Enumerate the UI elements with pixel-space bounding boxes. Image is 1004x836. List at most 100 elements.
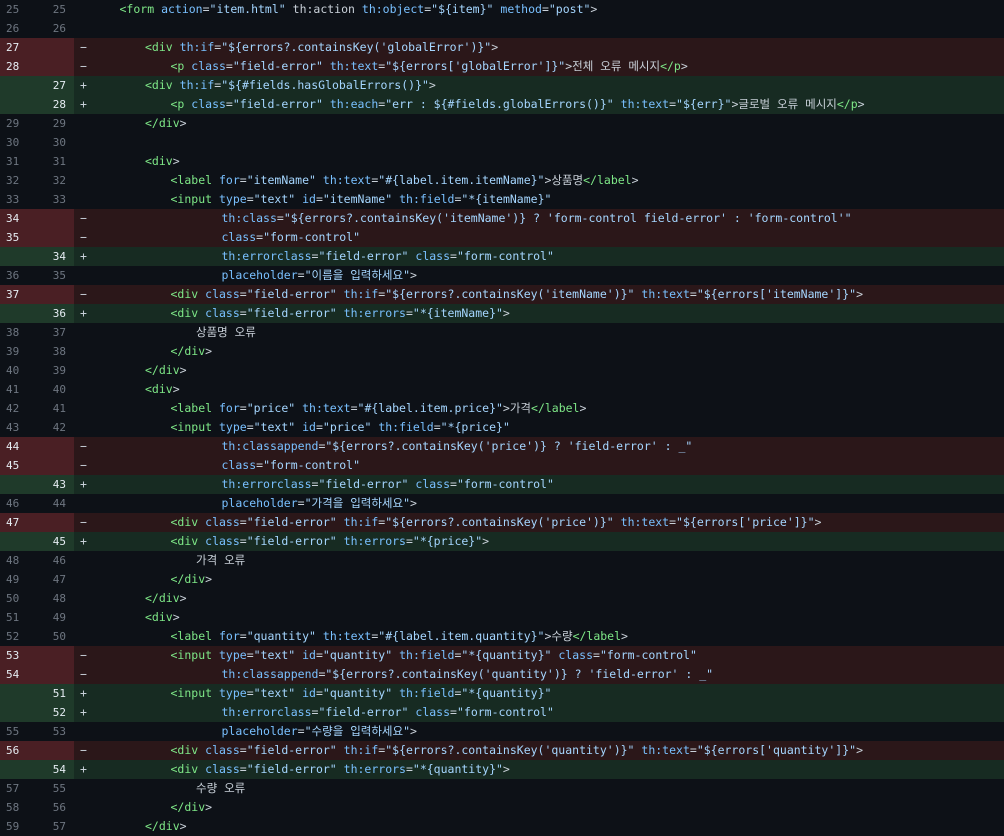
new-line-number[interactable] [38, 209, 74, 228]
old-line-number[interactable]: 26 [0, 19, 38, 38]
new-line-number[interactable]: 52 [38, 703, 74, 722]
new-line-number[interactable]: 32 [38, 171, 74, 190]
old-line-number[interactable] [0, 684, 38, 703]
new-line-number[interactable]: 45 [38, 532, 74, 551]
new-line-number[interactable]: 55 [38, 779, 74, 798]
old-line-number[interactable]: 37 [0, 285, 38, 304]
old-line-number[interactable]: 36 [0, 266, 38, 285]
new-line-number[interactable]: 39 [38, 361, 74, 380]
old-line-number[interactable]: 44 [0, 437, 38, 456]
new-line-number[interactable] [38, 437, 74, 456]
new-line-number[interactable]: 37 [38, 323, 74, 342]
diff-row-ctx: 51 49 <div> [0, 608, 1004, 627]
new-line-number[interactable]: 50 [38, 627, 74, 646]
old-line-number[interactable]: 53 [0, 646, 38, 665]
new-line-number[interactable]: 25 [38, 0, 74, 19]
new-line-number[interactable]: 34 [38, 247, 74, 266]
new-line-number[interactable]: 47 [38, 570, 74, 589]
old-line-number[interactable]: 35 [0, 228, 38, 247]
new-line-number[interactable]: 46 [38, 551, 74, 570]
old-line-number[interactable] [0, 95, 38, 114]
old-line-number[interactable] [0, 304, 38, 323]
old-line-number[interactable]: 31 [0, 152, 38, 171]
new-line-number[interactable]: 35 [38, 266, 74, 285]
diff-row-ctx: 59 57 </div> [0, 817, 1004, 836]
new-line-number[interactable]: 49 [38, 608, 74, 627]
old-line-number[interactable]: 39 [0, 342, 38, 361]
new-line-number[interactable]: 28 [38, 95, 74, 114]
diff-marker: − [80, 40, 87, 54]
new-line-number[interactable]: 38 [38, 342, 74, 361]
new-line-number[interactable]: 53 [38, 722, 74, 741]
old-line-number[interactable] [0, 532, 38, 551]
new-line-number[interactable] [38, 285, 74, 304]
old-line-number[interactable]: 56 [0, 741, 38, 760]
diff-row-add: 51 + <input type="text" id="quantity" th:f… [0, 684, 1004, 703]
diff-marker: − [80, 211, 87, 225]
new-line-number[interactable]: 44 [38, 494, 74, 513]
new-line-number[interactable] [38, 57, 74, 76]
old-line-number[interactable] [0, 76, 38, 95]
old-line-number[interactable] [0, 247, 38, 266]
old-line-number[interactable]: 28 [0, 57, 38, 76]
new-line-number[interactable] [38, 741, 74, 760]
old-line-number[interactable]: 47 [0, 513, 38, 532]
old-line-number[interactable] [0, 760, 38, 779]
old-line-number[interactable]: 57 [0, 779, 38, 798]
new-line-number[interactable]: 30 [38, 133, 74, 152]
new-line-number[interactable]: 27 [38, 76, 74, 95]
old-line-number[interactable]: 50 [0, 589, 38, 608]
old-line-number[interactable]: 52 [0, 627, 38, 646]
old-line-number[interactable]: 49 [0, 570, 38, 589]
new-line-number[interactable] [38, 665, 74, 684]
old-line-number[interactable]: 46 [0, 494, 38, 513]
new-line-number[interactable]: 51 [38, 684, 74, 703]
new-line-number[interactable]: 33 [38, 190, 74, 209]
old-line-number[interactable] [0, 703, 38, 722]
new-line-number[interactable]: 31 [38, 152, 74, 171]
old-line-number[interactable]: 33 [0, 190, 38, 209]
old-line-number[interactable]: 58 [0, 798, 38, 817]
old-line-number[interactable]: 55 [0, 722, 38, 741]
new-line-number[interactable]: 36 [38, 304, 74, 323]
old-line-number[interactable]: 25 [0, 0, 38, 19]
new-line-number[interactable] [38, 513, 74, 532]
old-line-number[interactable]: 32 [0, 171, 38, 190]
diff-view: 25 25 <form action="item.html" th:action t… [0, 0, 1004, 836]
new-line-number[interactable] [38, 38, 74, 57]
new-line-number[interactable]: 54 [38, 760, 74, 779]
old-line-number[interactable]: 30 [0, 133, 38, 152]
old-line-number[interactable]: 43 [0, 418, 38, 437]
new-line-number[interactable] [38, 228, 74, 247]
old-line-number[interactable]: 34 [0, 209, 38, 228]
old-line-number[interactable]: 38 [0, 323, 38, 342]
new-line-number[interactable]: 26 [38, 19, 74, 38]
new-line-number[interactable]: 57 [38, 817, 74, 836]
new-line-number[interactable] [38, 646, 74, 665]
new-line-number[interactable]: 56 [38, 798, 74, 817]
old-line-number[interactable]: 27 [0, 38, 38, 57]
diff-row-ctx: 55 53 placeholder="수량을 입력하세요"> [0, 722, 1004, 741]
old-line-number[interactable]: 54 [0, 665, 38, 684]
new-line-number[interactable]: 29 [38, 114, 74, 133]
diff-marker: − [80, 458, 87, 472]
old-line-number[interactable]: 48 [0, 551, 38, 570]
old-line-number[interactable]: 40 [0, 361, 38, 380]
code-line: class="form-control" [221, 230, 361, 244]
code-line: <p class="field-error" th:each="err : ${… [170, 97, 865, 111]
new-line-number[interactable]: 41 [38, 399, 74, 418]
old-line-number[interactable] [0, 475, 38, 494]
new-line-number[interactable]: 43 [38, 475, 74, 494]
new-line-number[interactable]: 42 [38, 418, 74, 437]
diff-row-del: 37 − <div class="field-error" th:if="${err… [0, 285, 1004, 304]
new-line-number[interactable]: 40 [38, 380, 74, 399]
old-line-number[interactable]: 42 [0, 399, 38, 418]
old-line-number[interactable]: 41 [0, 380, 38, 399]
old-line-number[interactable]: 59 [0, 817, 38, 836]
new-line-number[interactable]: 48 [38, 589, 74, 608]
old-line-number[interactable]: 45 [0, 456, 38, 475]
old-line-number[interactable]: 29 [0, 114, 38, 133]
diff-row-add: 54 + <div class="field-error" th:errors="*… [0, 760, 1004, 779]
old-line-number[interactable]: 51 [0, 608, 38, 627]
new-line-number[interactable] [38, 456, 74, 475]
